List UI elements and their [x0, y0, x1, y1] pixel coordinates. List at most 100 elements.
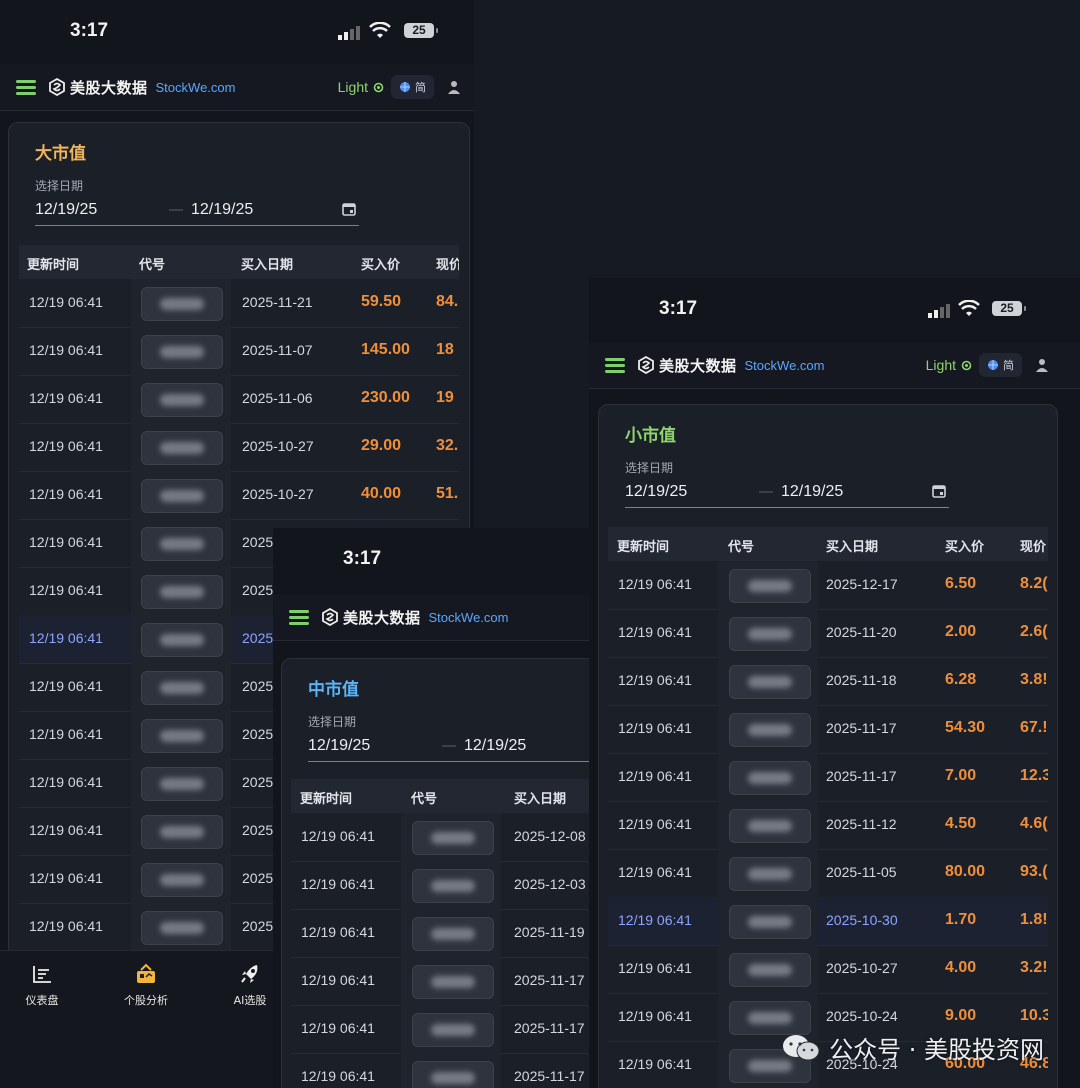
stock-code-blurred[interactable]: [141, 575, 223, 609]
date-range-picker[interactable]: 12/19/25 12/19/25: [308, 733, 589, 762]
table-row[interactable]: 12/19 06:41 2025-10-27 4.00 3.2!: [608, 945, 1048, 994]
table-row[interactable]: 12/19 06:41 2025-11-19: [291, 909, 589, 958]
stock-code-blurred[interactable]: [141, 287, 223, 321]
date-range-picker[interactable]: 12/19/25 12/19/25: [625, 479, 949, 508]
stock-code-blurred[interactable]: [141, 479, 223, 513]
end-date[interactable]: 12/19/25: [464, 737, 526, 755]
table-row[interactable]: 12/19 06:41 2025-11-06 230.00 19: [19, 375, 459, 424]
calendar-icon[interactable]: [931, 483, 947, 499]
stock-code-blurred[interactable]: [141, 623, 223, 657]
col-buy-date[interactable]: 买入日期: [514, 788, 566, 807]
stock-code-blurred[interactable]: [729, 953, 811, 987]
col-buy-price[interactable]: 买入价: [361, 254, 400, 273]
stock-code-blurred[interactable]: [412, 965, 494, 999]
stock-code-blurred[interactable]: [141, 335, 223, 369]
stock-code-blurred[interactable]: [729, 761, 811, 795]
stock-code-blurred[interactable]: [729, 713, 811, 747]
stock-code-blurred[interactable]: [412, 1013, 494, 1047]
stock-code-blurred[interactable]: [141, 863, 223, 897]
date-range-picker[interactable]: 12/19/25 12/19/25: [35, 197, 359, 226]
stock-code-blurred[interactable]: [141, 527, 223, 561]
language-switch[interactable]: 简: [391, 75, 434, 99]
col-current-price[interactable]: 现价: [436, 254, 459, 273]
stock-code-blurred[interactable]: [412, 917, 494, 951]
update-time-cell: 12/19 06:41: [29, 342, 103, 358]
stock-code-blurred[interactable]: [412, 1061, 494, 1088]
start-date[interactable]: 12/19/25: [625, 483, 687, 501]
table-row[interactable]: 12/19 06:41 2025-11-20 2.00 2.6(: [608, 609, 1048, 658]
buy-price-cell: 9.00: [945, 1007, 977, 1024]
theme-toggle[interactable]: Light: [926, 357, 973, 373]
tab-dashboard[interactable]: 仪表盘: [0, 963, 87, 1008]
col-code[interactable]: 代号: [728, 536, 754, 555]
table-row[interactable]: 12/19 06:41 2025-11-17 7.00 12.3: [608, 753, 1048, 802]
stock-code-blurred[interactable]: [141, 911, 223, 945]
col-buy-price[interactable]: 买入价: [945, 536, 984, 555]
table-row[interactable]: 12/19 06:41 2025-11-17: [291, 1005, 589, 1054]
table-row[interactable]: 12/19 06:41 2025-11-17 54.30 67.!: [608, 705, 1048, 754]
update-time-cell: 12/19 06:41: [29, 294, 103, 310]
end-date[interactable]: 12/19/25: [781, 483, 843, 501]
start-date[interactable]: 12/19/25: [35, 201, 97, 219]
tab-stock-analysis[interactable]: 个股分析: [101, 963, 191, 1008]
menu-icon[interactable]: [16, 80, 36, 95]
start-date[interactable]: 12/19/25: [308, 737, 370, 755]
col-code[interactable]: 代号: [139, 254, 165, 273]
stock-code-blurred[interactable]: [141, 383, 223, 417]
stock-code-blurred[interactable]: [729, 857, 811, 891]
stock-code-blurred[interactable]: [141, 767, 223, 801]
user-icon[interactable]: [446, 79, 462, 95]
update-time-cell: 12/19 06:41: [618, 720, 692, 736]
table-row[interactable]: 12/19 06:41 2025-12-03: [291, 861, 589, 910]
col-code[interactable]: 代号: [411, 788, 437, 807]
stock-code-blurred[interactable]: [412, 821, 494, 855]
stock-code-blurred[interactable]: [141, 671, 223, 705]
language-switch[interactable]: 简: [979, 353, 1022, 377]
watermark-text: 公众号 · 美股投资网: [829, 1036, 1044, 1064]
end-date[interactable]: 12/19/25: [191, 201, 253, 219]
brand-logo[interactable]: 美股大数据 StockWe.com: [637, 354, 824, 376]
wifi-icon: [958, 300, 980, 316]
status-bar: 3:17 25: [0, 0, 474, 60]
menu-icon[interactable]: [289, 610, 309, 625]
calendar-icon[interactable]: [341, 201, 357, 217]
stock-code-blurred[interactable]: [729, 665, 811, 699]
stock-code-blurred[interactable]: [729, 905, 811, 939]
table-row[interactable]: 12/19 06:41 2025-12-17 6.50 8.2(: [608, 561, 1048, 610]
user-icon[interactable]: [1034, 357, 1050, 373]
table-row[interactable]: 12/19 06:41 2025-11-21 59.50 84.: [19, 279, 459, 328]
table-row[interactable]: 12/19 06:41 2025-11-18 6.28 3.8!: [608, 657, 1048, 706]
table-row[interactable]: 12/19 06:41 2025-10-30 1.70 1.8!: [608, 897, 1048, 946]
menu-icon[interactable]: [605, 358, 625, 373]
screen-small-cap: 3:17 25 美股大数据 StockWe.com Light 简 小市值 选择…: [589, 278, 1080, 1088]
table-row[interactable]: 12/19 06:41 2025-11-17: [291, 957, 589, 1006]
col-update-time[interactable]: 更新时间: [300, 788, 352, 807]
col-update-time[interactable]: 更新时间: [27, 254, 79, 273]
table-row[interactable]: 12/19 06:41 2025-11-12 4.50 4.6(: [608, 801, 1048, 850]
theme-toggle[interactable]: Light: [338, 79, 385, 95]
stock-code-blurred[interactable]: [141, 719, 223, 753]
brand-logo[interactable]: 美股大数据 StockWe.com: [48, 76, 235, 98]
col-update-time[interactable]: 更新时间: [617, 536, 669, 555]
status-time: 3:17: [70, 20, 109, 41]
watermark: 公众号 · 美股投资网: [781, 1030, 1044, 1065]
stock-code-blurred[interactable]: [729, 809, 811, 843]
col-buy-date[interactable]: 买入日期: [241, 254, 293, 273]
table-row[interactable]: 12/19 06:41 2025-10-27 40.00 51.: [19, 471, 459, 520]
brand-domain: StockWe.com: [428, 609, 509, 625]
stock-code-blurred[interactable]: [141, 431, 223, 465]
stock-code-blurred[interactable]: [729, 569, 811, 603]
table-row[interactable]: 12/19 06:41 2025-11-07 145.00 18: [19, 327, 459, 376]
col-buy-date[interactable]: 买入日期: [826, 536, 878, 555]
top-navbar: 美股大数据 StockWe.com Light 简: [589, 342, 1080, 389]
table-row[interactable]: 12/19 06:41 2025-11-17: [291, 1053, 589, 1088]
stock-code-blurred[interactable]: [412, 869, 494, 903]
brand-logo[interactable]: 美股大数据 StockWe.com: [321, 606, 508, 628]
stock-code-blurred[interactable]: [141, 815, 223, 849]
wifi-icon: [369, 22, 391, 38]
table-row[interactable]: 12/19 06:41 2025-11-05 80.00 93.(: [608, 849, 1048, 898]
col-current-price[interactable]: 现价: [1020, 536, 1046, 555]
stock-code-blurred[interactable]: [729, 617, 811, 651]
table-row[interactable]: 12/19 06:41 2025-10-27 29.00 32.: [19, 423, 459, 472]
table-row[interactable]: 12/19 06:41 2025-12-08: [291, 813, 589, 862]
